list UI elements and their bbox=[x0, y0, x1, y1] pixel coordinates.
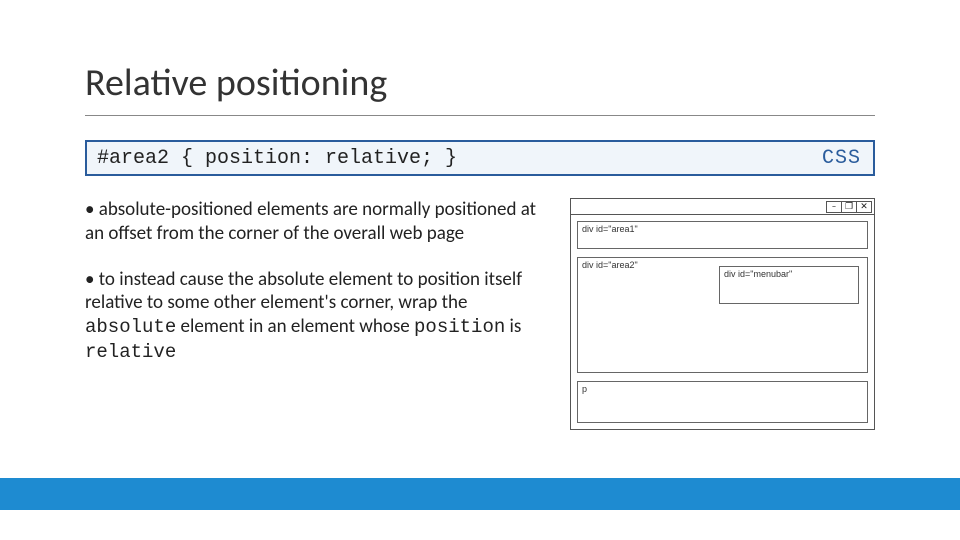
window-body: div id="area1" div id="area2" div id="me… bbox=[571, 215, 874, 429]
code-example-box: #area2 { position: relative; } CSS bbox=[85, 140, 875, 176]
bullet-2-code-absolute: absolute bbox=[85, 316, 176, 338]
area2-label: div id="area2" bbox=[582, 260, 638, 270]
title-rule bbox=[85, 115, 875, 116]
code-language-label: CSS bbox=[822, 147, 861, 170]
menubar-box: div id="menubar" bbox=[719, 266, 859, 304]
browser-window-diagram: – ❐ ✕ div id="area1" div id="area2" div … bbox=[570, 198, 875, 430]
code-text: #area2 { position: relative; } bbox=[97, 147, 457, 170]
slide-title: Relative positioning bbox=[85, 60, 387, 106]
bullet-2: • to instead cause the absolute element … bbox=[85, 268, 555, 365]
area1-box: div id="area1" bbox=[577, 221, 868, 249]
close-icon: ✕ bbox=[856, 201, 872, 213]
slide: Relative positioning #area2 { position: … bbox=[0, 0, 960, 540]
body-text: • absolute-positioned elements are norma… bbox=[85, 198, 555, 387]
bullet-1: • absolute-positioned elements are norma… bbox=[85, 198, 555, 246]
area2-box: div id="area2" div id="menubar" bbox=[577, 257, 868, 373]
bullet-2-text-b: element in an element whose bbox=[176, 315, 414, 338]
bullet-2-text-c: is bbox=[505, 315, 521, 338]
bullet-2-text-a: • to instead cause the absolute element … bbox=[85, 268, 522, 315]
footer-accent-bar bbox=[0, 478, 960, 510]
p-box: p bbox=[577, 381, 868, 423]
bullet-2-code-position: position bbox=[414, 316, 505, 338]
bullet-2-code-relative: relative bbox=[85, 341, 176, 363]
minimize-icon: – bbox=[826, 201, 842, 213]
window-titlebar: – ❐ ✕ bbox=[571, 199, 874, 215]
maximize-icon: ❐ bbox=[841, 201, 857, 213]
